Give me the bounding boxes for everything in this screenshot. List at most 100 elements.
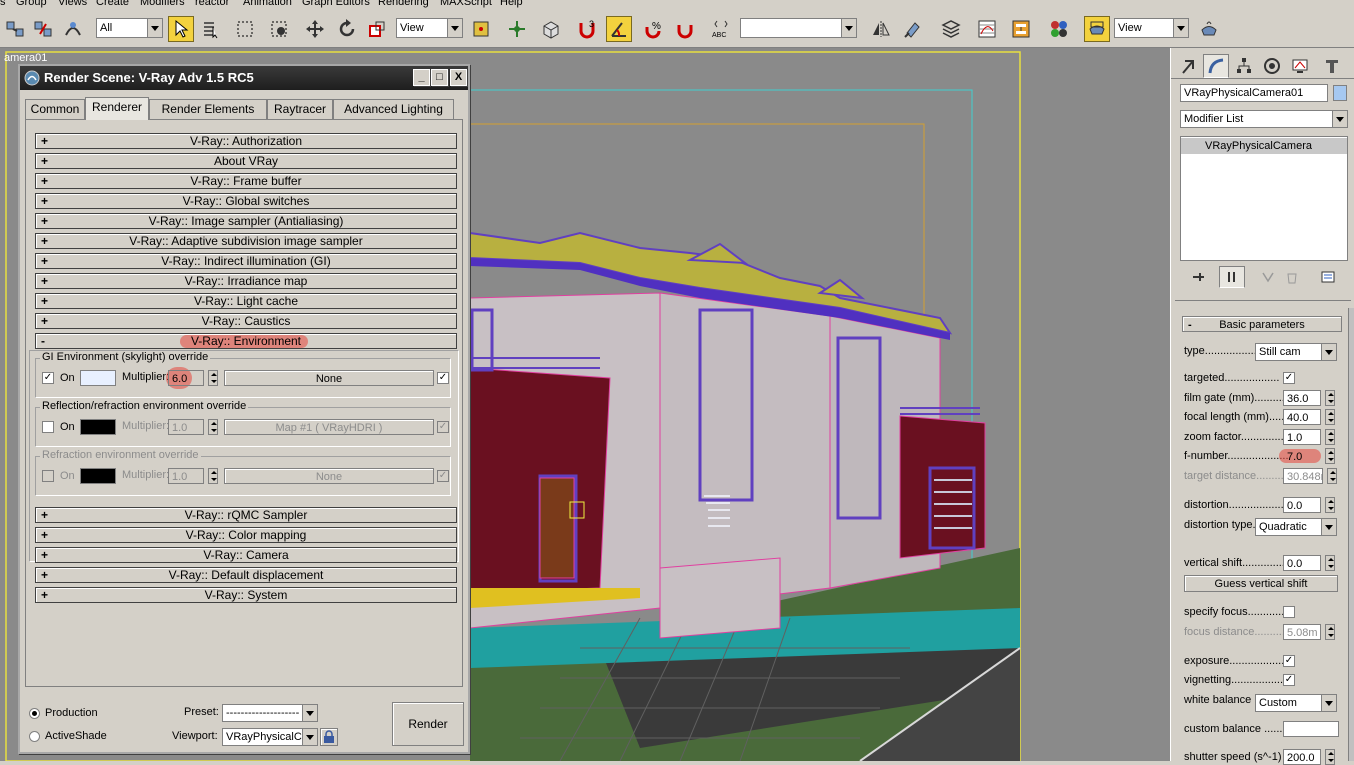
focal-length-spinner[interactable] — [1325, 409, 1335, 425]
reflection-override-checkbox[interactable] — [42, 421, 54, 433]
viewport-dropdown-icon[interactable] — [302, 729, 317, 745]
tab-raytracer[interactable]: Raytracer — [267, 99, 333, 119]
maximize-button[interactable]: □ — [431, 69, 448, 86]
gi-override-checkbox[interactable]: ✓ — [42, 372, 54, 384]
reflection-map-button[interactable]: Map #1 ( VRayHDRI ) — [224, 419, 434, 435]
production-radio[interactable] — [29, 708, 40, 719]
rectangular-selection-icon[interactable] — [232, 16, 258, 42]
distortion-field[interactable]: 0.0 — [1283, 497, 1321, 513]
menu-reactor[interactable]: reactor — [195, 0, 229, 8]
menu-graph-editors[interactable]: Graph Editors — [302, 0, 370, 8]
remove-modifier-icon[interactable] — [1279, 266, 1305, 288]
keyboard-shortcut-override-icon[interactable] — [538, 16, 564, 42]
distortion-spinner[interactable] — [1325, 497, 1335, 513]
shutter-speed-spinner[interactable] — [1325, 749, 1335, 765]
snaps-toggle-icon[interactable]: 3 — [574, 16, 600, 42]
exposure-checkbox[interactable]: ✓ — [1283, 655, 1295, 667]
modifier-stack[interactable]: VRayPhysicalCamera — [1180, 136, 1348, 261]
rollout-global-switches[interactable]: + V-Ray:: Global switches — [35, 193, 457, 209]
f-number-spinner[interactable] — [1325, 448, 1335, 464]
targeted-checkbox[interactable]: ✓ — [1283, 372, 1295, 384]
reference-coordinate-dropdown-icon[interactable] — [447, 18, 463, 38]
rollout-caustics[interactable]: + V-Ray:: Caustics — [35, 313, 457, 329]
mirror-icon[interactable] — [868, 16, 894, 42]
dialog-title-bar[interactable]: Render Scene: V-Ray Adv 1.5 RC5 _ □ X — [20, 66, 468, 90]
select-object-icon[interactable] — [168, 16, 194, 42]
select-manipulate-icon[interactable] — [504, 16, 530, 42]
preset-dropdown-icon[interactable] — [302, 705, 317, 721]
focus-distance-field[interactable]: 5.08m — [1283, 624, 1321, 640]
spinner-snap-icon[interactable] — [672, 16, 698, 42]
tab-common[interactable]: Common — [25, 99, 85, 119]
menu-create[interactable]: Create — [96, 0, 129, 8]
rollout-frame-buffer[interactable]: + V-Ray:: Frame buffer — [35, 173, 457, 189]
camera-type-dropdown-icon[interactable] — [1321, 344, 1336, 360]
link-icon[interactable] — [2, 16, 28, 42]
shutter-speed-field[interactable]: 200.0 — [1283, 749, 1321, 765]
configure-modifier-sets-icon[interactable] — [1315, 266, 1341, 288]
tab-renderer[interactable]: Renderer — [85, 97, 149, 120]
motion-tab-icon[interactable] — [1259, 54, 1285, 78]
reference-coordinate-combo[interactable]: View — [396, 18, 448, 38]
schematic-view-icon[interactable] — [1008, 16, 1034, 42]
focal-length-field[interactable]: 40.0 — [1283, 409, 1321, 425]
vertical-shift-field[interactable]: 0.0 — [1283, 555, 1321, 571]
menu-views[interactable]: Views — [58, 0, 87, 8]
scale-icon[interactable] — [364, 16, 390, 42]
film-gate-field[interactable]: 36.0 — [1283, 390, 1321, 406]
rollout-adaptive-subdivision[interactable]: + V-Ray:: Adaptive subdivision image samp… — [35, 233, 457, 249]
stack-item[interactable]: VRayPhysicalCamera — [1181, 138, 1347, 154]
camera-type-dropdown[interactable]: Still cam — [1255, 343, 1337, 361]
selection-filter-dropdown-icon[interactable] — [147, 18, 163, 38]
menu-animation[interactable]: Animation — [243, 0, 292, 8]
menu-rendering[interactable]: Rendering — [378, 0, 429, 8]
display-tab-icon[interactable] — [1287, 54, 1313, 78]
refraction-color-swatch[interactable] — [80, 468, 116, 484]
f-number-field[interactable]: 7.0 — [1283, 448, 1321, 464]
refraction-multiplier-field[interactable]: 1.0 — [168, 468, 204, 484]
percent-snap-icon[interactable]: % — [640, 16, 666, 42]
rollout-default-displacement[interactable]: + V-Ray:: Default displacement — [35, 567, 457, 583]
basic-parameters-rollout[interactable]: - Basic parameters — [1182, 316, 1342, 332]
vignetting-checkbox[interactable]: ✓ — [1283, 674, 1295, 686]
custom-balance-swatch[interactable] — [1283, 721, 1339, 737]
make-unique-icon[interactable] — [1255, 266, 1281, 288]
specify-focus-checkbox[interactable] — [1283, 606, 1295, 618]
distortion-type-dropdown-icon[interactable] — [1321, 519, 1336, 535]
refraction-map-button[interactable]: None — [224, 468, 434, 484]
move-icon[interactable] — [302, 16, 328, 42]
curve-editor-icon[interactable] — [974, 16, 1000, 42]
rollout-camera[interactable]: + V-Ray:: Camera — [35, 547, 457, 563]
quick-render-icon[interactable] — [1196, 16, 1222, 42]
menu-maxscript[interactable]: MAXScript — [440, 0, 492, 8]
window-crossing-icon[interactable] — [266, 16, 292, 42]
modify-tab-icon[interactable] — [1203, 54, 1229, 78]
lock-viewport-button[interactable] — [320, 728, 338, 746]
target-distance-field[interactable]: 30.848r — [1283, 468, 1323, 484]
modifier-list-dropdown-icon[interactable] — [1332, 111, 1347, 127]
rollout-authorization[interactable]: + V-Ray:: Authorization — [35, 133, 457, 149]
refraction-map-checkbox[interactable]: ✓ — [437, 470, 449, 482]
tab-render-elements[interactable]: Render Elements — [149, 99, 267, 119]
unlink-icon[interactable] — [30, 16, 56, 42]
rotate-icon[interactable] — [334, 16, 360, 42]
menu-modifiers[interactable]: Modifiers — [140, 0, 185, 8]
panel-scrollbar[interactable] — [1348, 308, 1354, 761]
reflection-map-checkbox[interactable]: ✓ — [437, 421, 449, 433]
layer-manager-icon[interactable] — [938, 16, 964, 42]
activeshade-radio[interactable] — [29, 731, 40, 742]
menu-help[interactable]: Help — [500, 0, 523, 8]
reflection-multiplier-spinner[interactable] — [208, 419, 218, 435]
rollout-color-mapping[interactable]: + V-Ray:: Color mapping — [35, 527, 457, 543]
hierarchy-tab-icon[interactable] — [1231, 54, 1257, 78]
selection-filter-combo[interactable]: All — [96, 18, 148, 38]
render-scene-dialog-icon[interactable] — [1084, 16, 1110, 42]
rollout-irradiance-map[interactable]: + V-Ray:: Irradiance map — [35, 273, 457, 289]
distortion-type-dropdown[interactable]: Quadratic — [1255, 518, 1337, 536]
align-icon[interactable] — [900, 16, 926, 42]
render-button[interactable]: Render — [392, 702, 464, 746]
zoom-factor-field[interactable]: 1.0 — [1283, 429, 1321, 445]
gi-color-swatch[interactable] — [80, 370, 116, 386]
menu-group[interactable]: Group — [16, 0, 47, 8]
rollout-system[interactable]: + V-Ray:: System — [35, 587, 457, 603]
